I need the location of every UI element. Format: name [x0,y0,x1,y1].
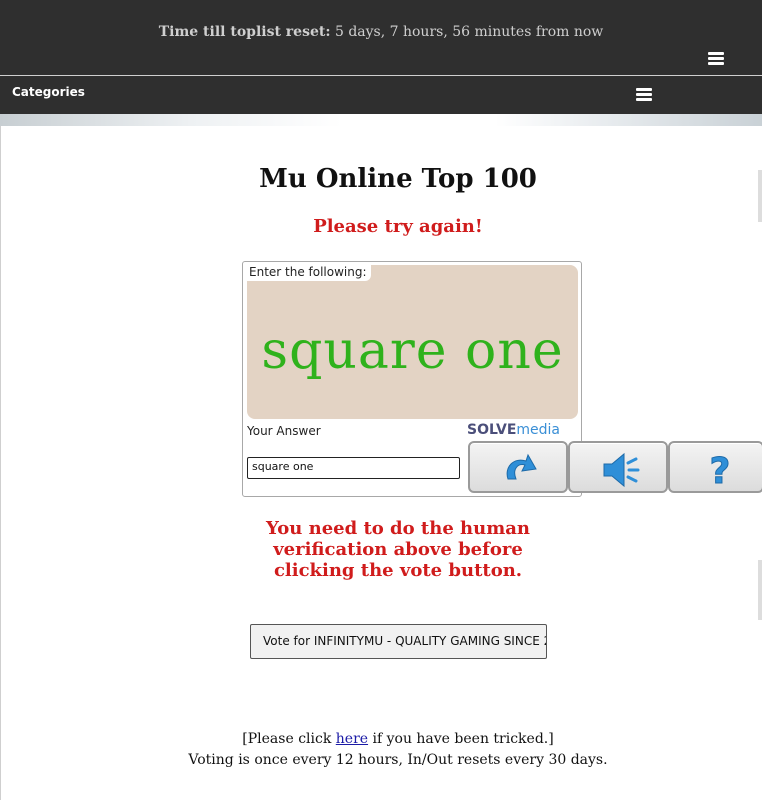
hamburger-icon[interactable] [708,52,724,66]
audio-icon [603,452,640,488]
reset-label: Time till toplist reset: [158,24,331,40]
tricked-suffix: if you have been tricked.] [368,731,554,747]
answer-label: Your Answer [247,424,321,438]
categories-label[interactable]: Categories [12,85,85,99]
banner-strip [0,114,762,126]
vote-button[interactable]: Vote for INFINITYMU - QUALITY GAMING SIN… [250,624,547,659]
hamburger-icon[interactable] [636,88,652,102]
svg-text:?: ? [710,451,731,489]
toplist-reset-timer: Time till toplist reset: 5 days, 7 hours… [0,24,762,40]
page-title: Mu Online Top 100 [259,164,537,194]
tricked-notice: [Please click here if you have been tric… [0,731,762,747]
refresh-icon [506,453,537,480]
top-header: Time till toplist reset: 5 days, 7 hours… [0,0,762,75]
captcha-audio-button[interactable] [568,441,668,493]
voting-note: Voting is once every 12 hours, In/Out re… [188,752,608,768]
reset-value: 5 days, 7 hours, 56 minutes from now [334,24,604,40]
logo-solve: SOLVE [467,422,517,438]
solve-media-logo: SOLVEmedia [467,422,560,438]
tricked-here-link[interactable]: here [336,731,368,747]
captcha-instruction: Enter the following: [245,264,371,281]
error-message: Please try again! [313,216,483,237]
categories-bar: Categories [0,75,762,114]
logo-media: media [516,422,560,438]
verification-warning: You need to do the human verification ab… [0,518,762,581]
verification-warning-text: You need to do the human verification ab… [265,518,531,581]
captcha-refresh-button[interactable] [468,441,568,493]
captcha-help-button[interactable]: ? [668,441,762,493]
captcha-challenge-text: square one [261,321,564,381]
captcha-answer-input[interactable]: square one [247,457,460,479]
captcha-image: square one [247,265,578,419]
help-icon: ? [709,451,731,489]
tricked-prefix: [Please click [242,731,336,747]
